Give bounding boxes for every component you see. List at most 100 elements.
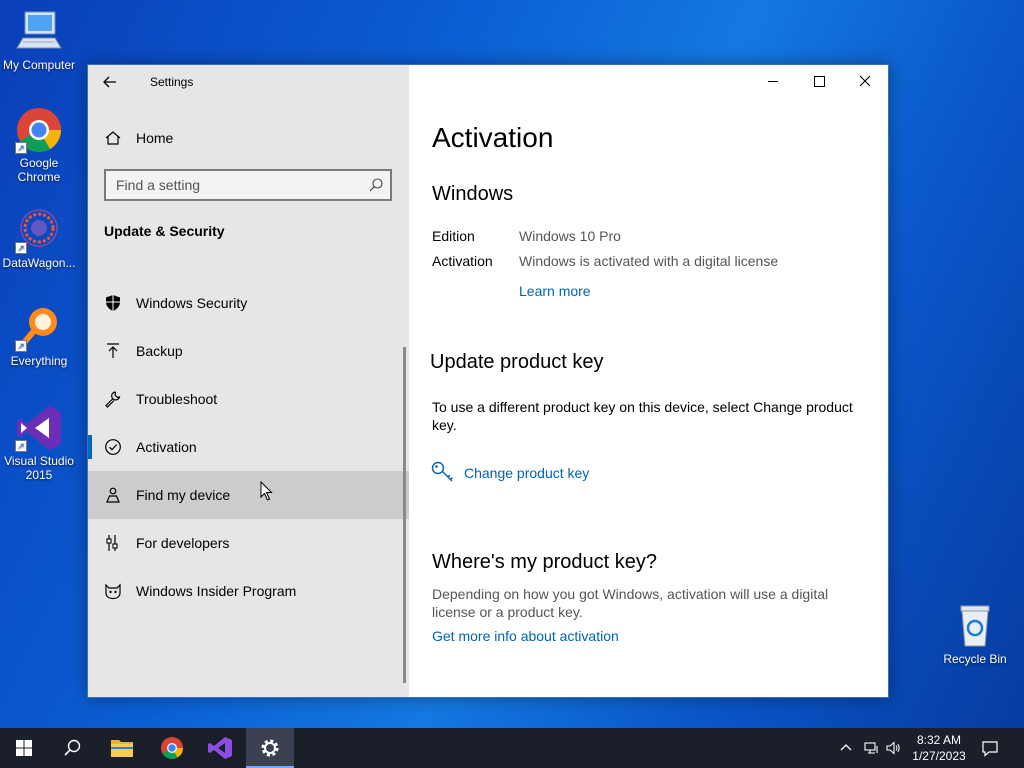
taskbar-chrome[interactable]	[148, 728, 196, 768]
recycle-bin-icon	[951, 602, 999, 650]
sidebar-item-label: Home	[136, 130, 174, 146]
window-title: Settings	[150, 75, 194, 89]
chrome-icon: ↗	[15, 106, 63, 154]
sidebar-item-home[interactable]: Home	[88, 123, 409, 153]
activation-label: Activation	[432, 253, 493, 269]
backup-arrow-icon	[104, 342, 122, 360]
settings-window: Settings Home Update & Security Windows …	[87, 64, 889, 698]
visual-studio-icon	[208, 737, 232, 759]
close-icon	[859, 75, 871, 87]
update-product-key-text: To use a different product key on this d…	[432, 399, 853, 433]
check-circle-icon	[104, 438, 122, 456]
minimize-button[interactable]	[750, 65, 796, 97]
sidebar-item-label: Activation	[136, 439, 197, 455]
start-button[interactable]	[0, 728, 48, 768]
page-title: Activation	[432, 122, 554, 153]
learn-more-link[interactable]: Learn more	[519, 283, 591, 299]
activation-content: Activation Windows Edition Windows 10 Pr…	[409, 65, 888, 697]
sidebar-item-activation[interactable]: Activation	[88, 423, 409, 471]
where-product-key-text: Depending on how you got Windows, activa…	[432, 586, 829, 620]
change-product-key-link[interactable]: Change product key	[464, 465, 589, 481]
back-button[interactable]	[98, 70, 126, 94]
key-icon	[431, 461, 453, 482]
chevron-up-icon[interactable]	[838, 740, 854, 756]
sidebar-item-troubleshoot[interactable]: Troubleshoot	[88, 375, 409, 423]
sidebar-item-backup[interactable]: Backup	[88, 327, 409, 375]
maximize-button[interactable]	[796, 65, 842, 97]
desktop-icon-label: Recycle Bin	[943, 652, 1007, 666]
windows-logo-icon	[16, 740, 32, 756]
desktop-icon-label: Everything	[10, 354, 68, 368]
sidebar-section-title: Update & Security	[104, 223, 225, 239]
sidebar-item-label: Windows Insider Program	[136, 583, 297, 599]
back-arrow-icon	[103, 76, 116, 88]
wrench-icon	[104, 390, 122, 408]
search-icon	[64, 739, 81, 756]
where-product-key-heading: Where's my product key?	[432, 551, 658, 573]
person-location-icon	[104, 486, 122, 504]
maximize-icon	[814, 76, 825, 87]
search-icon[interactable]	[368, 177, 384, 193]
visual-studio-icon: ↗	[15, 404, 63, 452]
clock-date: 1/27/2023	[912, 749, 966, 763]
settings-search-box[interactable]	[104, 169, 392, 201]
sidebar-item-windows-security[interactable]: Windows Security	[88, 279, 409, 327]
notification-icon[interactable]	[980, 738, 1000, 758]
datawagon-icon: ↗	[15, 206, 63, 254]
more-info-activation-link[interactable]: Get more info about activation	[432, 628, 619, 644]
taskbar-settings[interactable]	[246, 728, 294, 768]
desktop-icon-datawagon[interactable]: ↗ DataWagon...	[0, 206, 78, 270]
sidebar-item-label: Troubleshoot	[136, 391, 218, 407]
settings-sidebar: Settings Home Update & Security Windows …	[88, 65, 409, 697]
volume-icon[interactable]	[885, 740, 901, 756]
gear-icon	[261, 739, 279, 757]
shortcut-arrow-icon: ↗	[15, 340, 27, 352]
clock-time: 8:32 AM	[916, 733, 962, 747]
sidebar-scrollbar[interactable]	[403, 347, 406, 683]
shortcut-arrow-icon: ↗	[15, 142, 27, 154]
desktop-icon-label: My Computer	[2, 58, 76, 72]
change-product-key-button[interactable]: Change product key	[431, 458, 611, 486]
sidebar-item-find-my-device[interactable]: Find my device	[88, 471, 409, 519]
network-icon[interactable]	[863, 740, 879, 756]
taskbar-visual-studio[interactable]	[196, 728, 244, 768]
shortcut-arrow-icon: ↗	[15, 242, 27, 254]
desktop-icon-my-computer[interactable]: My Computer	[0, 8, 78, 72]
computer-icon	[15, 8, 63, 56]
edition-value: Windows 10 Pro	[519, 228, 621, 244]
title-bar[interactable]: Settings	[88, 65, 409, 99]
sidebar-item-for-developers[interactable]: For developers	[88, 519, 409, 567]
edition-label: Edition	[432, 228, 475, 244]
developer-tools-icon	[104, 534, 122, 552]
desktop-icon-label: Visual Studio 2015	[4, 454, 74, 482]
desktop-icon-visual-studio[interactable]: ↗ Visual Studio 2015	[0, 404, 78, 482]
taskbar-file-explorer[interactable]	[98, 728, 146, 768]
sidebar-item-label: Windows Security	[136, 295, 248, 311]
search-input[interactable]	[106, 171, 364, 199]
desktop-icon-everything[interactable]: ↗ Everything	[0, 304, 78, 368]
minimize-icon	[768, 81, 778, 82]
taskbar: 8:32 AM 1/27/2023	[0, 728, 1024, 768]
close-button[interactable]	[842, 65, 888, 97]
taskbar-search-button[interactable]	[48, 728, 96, 768]
desktop-icon-recycle-bin[interactable]: Recycle Bin	[936, 602, 1014, 666]
sidebar-item-label: For developers	[136, 535, 230, 551]
home-icon	[104, 129, 122, 147]
mouse-cursor-icon	[260, 481, 273, 501]
desktop-icon-label: Google Chrome	[17, 156, 61, 184]
folder-icon	[111, 740, 133, 757]
sidebar-item-label: Find my device	[136, 487, 231, 503]
chrome-icon	[161, 737, 183, 759]
taskbar-clock[interactable]: 8:32 AM 1/27/2023	[906, 732, 972, 764]
insider-cat-icon	[104, 582, 122, 600]
desktop-icon-google-chrome[interactable]: ↗ Google Chrome	[0, 106, 78, 184]
activation-status-value: Windows is activated with a digital lice…	[519, 253, 779, 269]
desktop-icon-label: DataWagon...	[2, 256, 76, 270]
windows-heading: Windows	[432, 183, 514, 205]
everything-search-icon: ↗	[15, 304, 63, 352]
update-product-key-heading: Update product key	[430, 351, 604, 373]
sidebar-item-label: Backup	[136, 343, 183, 359]
shield-icon	[104, 294, 122, 312]
sidebar-item-windows-insider-program[interactable]: Windows Insider Program	[88, 567, 409, 615]
shortcut-arrow-icon: ↗	[15, 440, 27, 452]
